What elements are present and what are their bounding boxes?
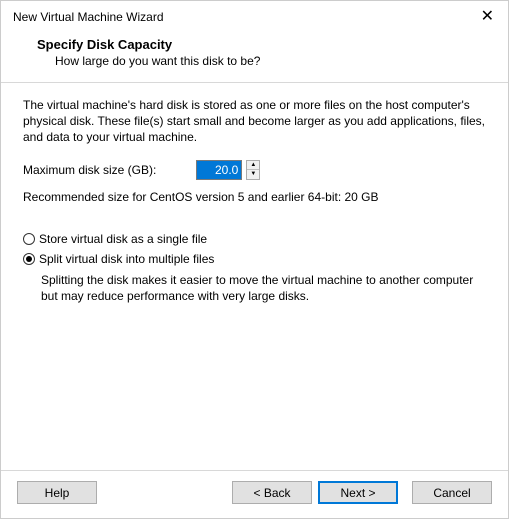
next-button[interactable]: Next >: [318, 481, 398, 504]
radio-split-label: Split virtual disk into multiple files: [39, 252, 214, 266]
max-disk-size-label: Maximum disk size (GB):: [23, 163, 156, 177]
help-button[interactable]: Help: [17, 481, 97, 504]
cancel-button[interactable]: Cancel: [412, 481, 492, 504]
close-icon[interactable]: ✕: [477, 9, 498, 25]
split-description: Splitting the disk makes it easier to mo…: [23, 272, 486, 304]
page-subtitle: How large do you want this disk to be?: [37, 54, 496, 68]
radio-icon: [23, 233, 35, 245]
spinner-down-icon[interactable]: ▼: [247, 170, 259, 179]
max-disk-size-input[interactable]: [196, 160, 242, 180]
radio-icon: [23, 253, 35, 265]
description-text: The virtual machine's hard disk is store…: [23, 97, 486, 146]
radio-split-files[interactable]: Split virtual disk into multiple files: [23, 252, 486, 266]
spinner-up-icon[interactable]: ▲: [247, 161, 259, 171]
page-title: Specify Disk Capacity: [37, 37, 496, 52]
radio-single-label: Store virtual disk as a single file: [39, 232, 207, 246]
recommended-size-text: Recommended size for CentOS version 5 an…: [23, 190, 486, 204]
size-spinner[interactable]: ▲ ▼: [246, 160, 260, 180]
radio-single-file[interactable]: Store virtual disk as a single file: [23, 232, 486, 246]
window-title: New Virtual Machine Wizard: [13, 10, 164, 24]
back-button[interactable]: < Back: [232, 481, 312, 504]
